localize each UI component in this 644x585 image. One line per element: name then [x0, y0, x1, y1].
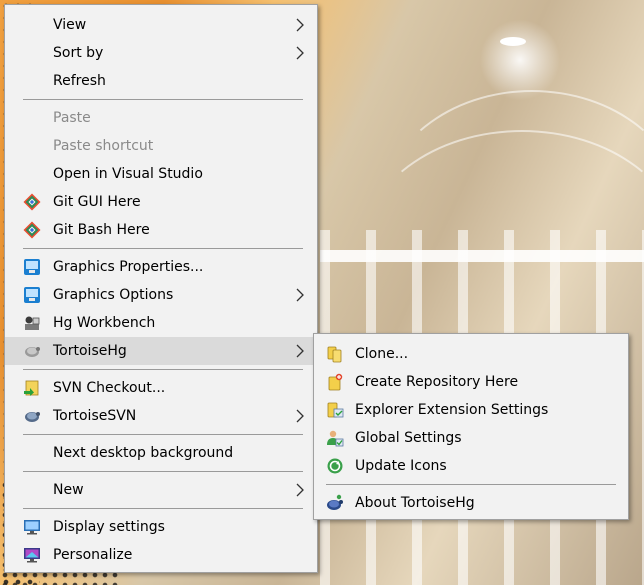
menu-item-next-desktop-background[interactable]: Next desktop background: [5, 439, 317, 467]
menu-item-label: Git Bash Here: [53, 222, 150, 238]
submenu-item-label: Update Icons: [355, 458, 447, 474]
menu-item-open-in-visual-studio[interactable]: Open in Visual Studio: [5, 160, 317, 188]
menu-separator: [23, 508, 303, 509]
menu-item-refresh[interactable]: Refresh: [5, 67, 317, 95]
menu-item-hg-workbench[interactable]: Hg Workbench: [5, 309, 317, 337]
menu-item-view[interactable]: View: [5, 11, 317, 39]
menu-separator: [23, 471, 303, 472]
submenu-item-label: Clone...: [355, 346, 409, 362]
menu-item-label: Hg Workbench: [53, 315, 156, 331]
menu-separator: [326, 484, 616, 485]
tortoisehg-icon: [25, 347, 40, 357]
menu-separator: [23, 248, 303, 249]
menu-item-graphics-properties[interactable]: Graphics Properties...: [5, 253, 317, 281]
menu-item-display-settings[interactable]: Display settings: [5, 513, 317, 541]
menu-separator: [23, 434, 303, 435]
create-repository-icon: [328, 373, 343, 391]
menu-item-label: Paste shortcut: [53, 138, 154, 154]
menu-separator: [23, 369, 303, 370]
desktop-context-menu: View Sort by Refresh Paste Paste shortcu…: [4, 4, 318, 573]
submenu-item-update-icons[interactable]: Update Icons: [314, 452, 628, 480]
menu-item-tortoisesvn[interactable]: TortoiseSVN: [5, 402, 317, 430]
display-settings-icon: [24, 520, 40, 535]
personalize-icon: [24, 548, 40, 563]
chevron-right-icon: [296, 46, 304, 60]
tortoisesvn-icon: [25, 412, 40, 422]
menu-item-label: SVN Checkout...: [53, 380, 166, 396]
explorer-extension-settings-icon: [327, 402, 344, 418]
about-tortoisehg-icon: [327, 494, 343, 510]
submenu-item-clone[interactable]: Clone...: [314, 340, 628, 368]
chevron-right-icon: [296, 409, 304, 423]
menu-item-label: Next desktop background: [53, 445, 234, 461]
submenu-item-label: Create Repository Here: [355, 374, 519, 390]
submenu-item-explorer-extension-settings[interactable]: Explorer Extension Settings: [314, 396, 628, 424]
menu-item-label: View: [53, 17, 87, 33]
clone-icon: [327, 346, 342, 363]
menu-item-label: Graphics Options: [53, 287, 174, 303]
chevron-right-icon: [296, 483, 304, 497]
global-settings-icon: [327, 430, 344, 447]
menu-item-tortoisehg[interactable]: TortoiseHg: [5, 337, 317, 365]
submenu-item-about-tortoisehg[interactable]: About TortoiseHg: [314, 489, 628, 517]
menu-item-git-bash-here[interactable]: Git Bash Here: [5, 216, 317, 244]
menu-item-label: Refresh: [53, 73, 106, 89]
submenu-item-label: Explorer Extension Settings: [355, 402, 549, 418]
chevron-right-icon: [296, 18, 304, 32]
git-icon: [23, 193, 41, 211]
menu-item-sort-by[interactable]: Sort by: [5, 39, 317, 67]
update-icons-icon: [327, 458, 343, 474]
menu-item-svn-checkout[interactable]: SVN Checkout...: [5, 374, 317, 402]
menu-item-paste[interactable]: Paste: [5, 104, 317, 132]
intel-graphics-icon: [24, 259, 40, 275]
wallpaper-ceiling-light: [500, 37, 526, 46]
menu-item-label: TortoiseHg: [53, 343, 127, 359]
svn-checkout-icon: [24, 380, 39, 396]
submenu-item-global-settings[interactable]: Global Settings: [314, 424, 628, 452]
submenu-item-label: About TortoiseHg: [355, 495, 475, 511]
menu-item-label: Open in Visual Studio: [53, 166, 203, 182]
menu-separator: [23, 99, 303, 100]
menu-item-label: Git GUI Here: [53, 194, 141, 210]
menu-item-label: Personalize: [53, 547, 133, 563]
menu-item-label: New: [53, 482, 84, 498]
menu-item-personalize[interactable]: Personalize: [5, 541, 317, 569]
menu-item-label: Sort by: [53, 45, 104, 61]
submenu-item-create-repository-here[interactable]: Create Repository Here: [314, 368, 628, 396]
tortoisehg-submenu: Clone... Create Repository Here Explorer…: [313, 333, 629, 520]
menu-item-graphics-options[interactable]: Graphics Options: [5, 281, 317, 309]
menu-item-label: Paste: [53, 110, 91, 126]
git-icon: [23, 221, 41, 239]
menu-item-label: TortoiseSVN: [53, 408, 137, 424]
menu-item-new[interactable]: New: [5, 476, 317, 504]
menu-item-label: Graphics Properties...: [53, 259, 204, 275]
hg-workbench-icon: [25, 316, 40, 330]
submenu-item-label: Global Settings: [355, 430, 462, 446]
menu-item-label: Display settings: [53, 519, 165, 535]
menu-item-git-gui-here[interactable]: Git GUI Here: [5, 188, 317, 216]
chevron-right-icon: [296, 288, 304, 302]
intel-graphics-icon: [24, 287, 40, 303]
menu-item-paste-shortcut[interactable]: Paste shortcut: [5, 132, 317, 160]
chevron-right-icon: [296, 344, 304, 358]
